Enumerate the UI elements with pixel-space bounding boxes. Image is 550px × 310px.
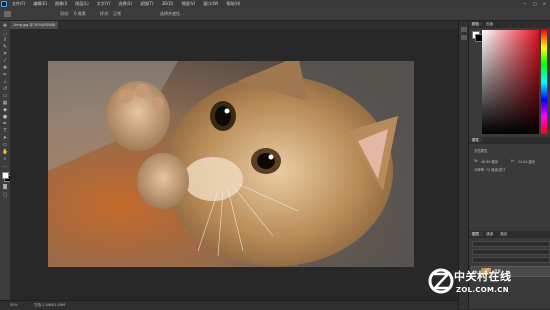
pen-tool-icon[interactable]: ✒ <box>2 122 8 127</box>
brush-tool-icon[interactable]: ✏ <box>2 73 8 78</box>
menu-view[interactable]: 视图(V) <box>181 0 195 8</box>
style-label: 样式: <box>100 11 110 16</box>
lasso-tool-icon[interactable]: ℓ <box>2 38 8 43</box>
screen-mode-icon[interactable]: ▢ <box>2 193 8 198</box>
kitten-photo <box>48 61 414 267</box>
dodge-tool-icon[interactable]: ● <box>2 115 8 120</box>
width-label: W: <box>474 159 479 163</box>
shape-tool-icon[interactable]: ▭ <box>2 143 8 148</box>
select-and-mask-button[interactable]: 选择并遮住... <box>160 8 184 20</box>
blur-tool-icon[interactable]: ◆ <box>2 108 8 113</box>
zol-watermark: 中关村在线 ZOL.COM.CN <box>426 262 550 306</box>
hand-tool-icon[interactable]: ✋ <box>2 150 8 155</box>
minimize-button[interactable]: — <box>523 0 527 8</box>
tab-color[interactable]: 颜色 <box>469 22 482 26</box>
menu-bar: 文件(F) 编辑(E) 图像(I) 图层(L) 文字(Y) 选择(S) 滤镜(T… <box>0 0 550 8</box>
feather-label: 羽化: <box>60 11 70 16</box>
document-tab[interactable]: 1img.jpg @ 50%(RGB/8) <box>10 21 58 29</box>
crop-tool-icon[interactable]: ⌗ <box>2 52 8 57</box>
options-bar: 羽化: 0 像素 样式: 正常 选择并遮住... <box>0 8 550 21</box>
menu-edit[interactable]: 编辑(E) <box>33 0 47 8</box>
watermark-english: ZOL.COM.CN <box>456 286 509 294</box>
history-icon[interactable] <box>461 27 467 32</box>
menu-layer[interactable]: 图层(L) <box>75 0 88 8</box>
menu-items: 文件(F) 编辑(E) 图像(I) 图层(L) 文字(Y) 选择(S) 滤镜(T… <box>12 0 240 8</box>
tab-properties[interactable]: 属性 <box>469 138 482 142</box>
color-picker-field[interactable] <box>482 30 548 134</box>
properties-title: 文档属性 <box>474 149 488 153</box>
tab-paths[interactable]: 路径 <box>497 232 510 236</box>
properties-panel: 属性 文档属性 W: 48.89 厘米 H: 24.00 厘米 分辨率: 72 … <box>469 137 550 227</box>
properties-tabs: 属性 <box>469 137 550 144</box>
menu-select[interactable]: 选择(S) <box>118 0 132 8</box>
eyedropper-tool-icon[interactable]: ⁄ <box>2 59 8 64</box>
style-value[interactable]: 正常 <box>113 8 121 20</box>
hue-slider[interactable] <box>541 30 547 134</box>
layer-filter-control[interactable] <box>472 241 550 247</box>
marquee-tool-icon[interactable] <box>4 11 11 17</box>
tab-layers[interactable]: 图层 <box>469 232 482 236</box>
quick-mask-icon[interactable]: ◙ <box>2 185 8 190</box>
layers-tabs: 图层 通道 路径 <box>469 231 550 238</box>
menu-file[interactable]: 文件(F) <box>12 0 25 8</box>
gradient-tool-icon[interactable]: ▦ <box>2 101 8 106</box>
maximize-button[interactable]: □ <box>533 0 537 8</box>
tab-channels[interactable]: 通道 <box>483 232 496 236</box>
zoom-tool-icon[interactable]: ⌕ <box>2 157 8 162</box>
menu-window[interactable]: 窗口(W) <box>203 0 218 8</box>
more-tools-icon[interactable]: … <box>2 164 8 169</box>
height-value[interactable]: 24.00 厘米 <box>518 159 535 164</box>
marquee-tool-icon[interactable]: ⬚ <box>2 31 8 36</box>
type-tool-icon[interactable]: T <box>2 129 8 134</box>
menu-image[interactable]: 图像(I) <box>55 0 67 8</box>
window-controls: — □ ✕ <box>523 0 546 8</box>
resolution-text: 分辨率: 72 像素/英寸 <box>474 168 506 172</box>
photoshop-logo-icon <box>1 1 7 7</box>
feather-value[interactable]: 0 像素 <box>74 8 86 20</box>
close-button[interactable]: ✕ <box>543 0 546 8</box>
path-select-tool-icon[interactable]: ➤ <box>2 136 8 141</box>
height-label: H: <box>511 159 515 163</box>
document-tab-row <box>10 21 458 29</box>
healing-tool-icon[interactable]: ✚ <box>2 66 8 71</box>
menu-filter[interactable]: 滤镜(T) <box>140 0 154 8</box>
width-value[interactable]: 48.89 厘米 <box>481 159 498 164</box>
tab-swatches[interactable]: 色板 <box>483 22 496 26</box>
blend-mode-control[interactable] <box>472 249 550 255</box>
menu-type[interactable]: 文字(Y) <box>97 0 111 8</box>
quick-select-tool-icon[interactable]: ✎ <box>2 45 8 50</box>
zol-logo-icon <box>428 268 454 294</box>
move-tool-icon[interactable]: ✥ <box>2 24 8 29</box>
color-panel-tabs: 颜色 色板 <box>469 21 550 28</box>
history-brush-tool-icon[interactable]: ↺ <box>2 87 8 92</box>
eraser-tool-icon[interactable]: ▭ <box>2 94 8 99</box>
info-icon[interactable] <box>461 35 467 40</box>
watermark-chinese: 中关村在线 <box>454 270 512 283</box>
menu-help[interactable]: 帮助(H) <box>226 0 240 8</box>
menu-3d[interactable]: 3D(D) <box>162 0 174 8</box>
foreground-color-swatch[interactable] <box>2 172 9 179</box>
stamp-tool-icon[interactable]: ⊥ <box>2 80 8 85</box>
